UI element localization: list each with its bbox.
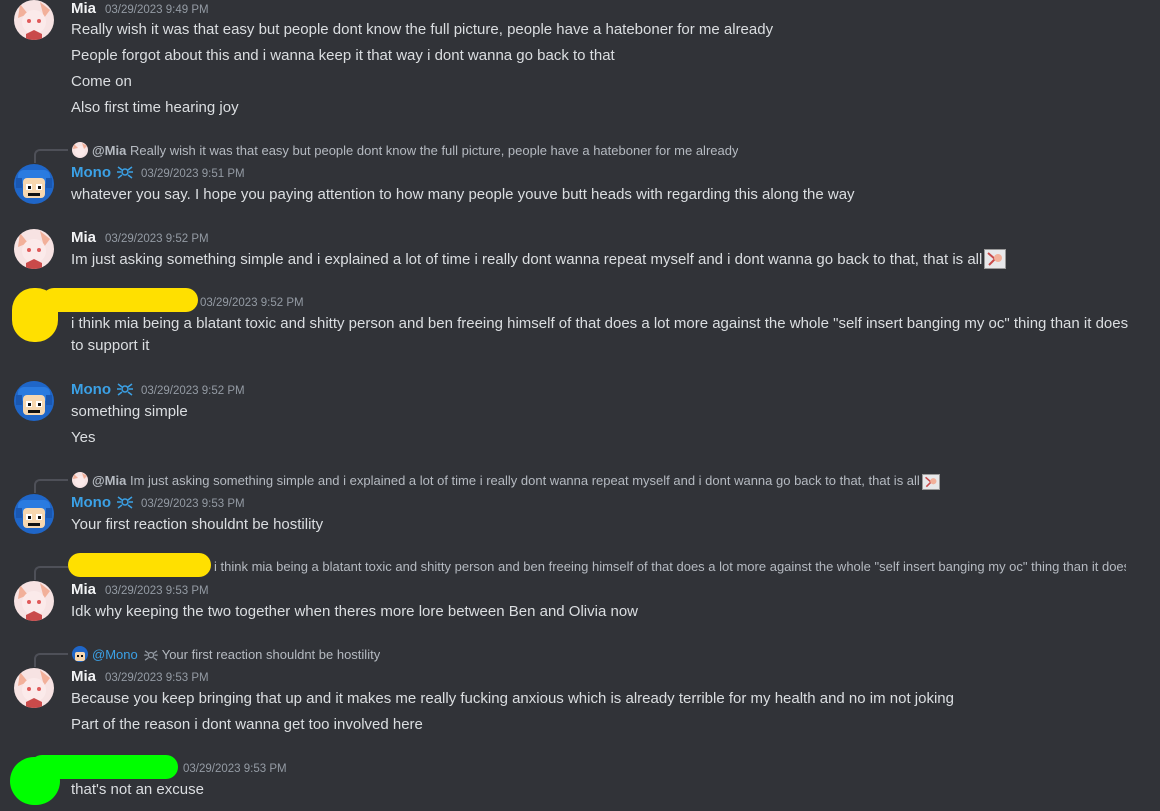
avatar[interactable] xyxy=(14,494,54,534)
timestamp: 03/29/2023 9:52 PM xyxy=(141,385,245,397)
reply-preview[interactable]: i think mia being a blatant toxic and sh… xyxy=(214,559,1126,575)
message-text: that's not an excuse xyxy=(71,781,204,798)
username[interactable]: Mia xyxy=(71,0,96,18)
message-text: Also first time hearing joy xyxy=(71,99,239,116)
avatar[interactable] xyxy=(14,381,54,421)
username[interactable]: Mono xyxy=(71,164,133,184)
reply-avatar xyxy=(72,472,88,488)
timestamp: 03/29/2023 9:51 PM xyxy=(141,168,245,180)
reply-avatar xyxy=(72,646,88,662)
timestamp: 03/29/2023 9:53 PM xyxy=(183,763,287,775)
avatar[interactable] xyxy=(14,229,54,269)
message-text: Really wish it was that easy but people … xyxy=(71,21,774,38)
reply-connector xyxy=(34,479,68,493)
role-icon[interactable] xyxy=(116,496,133,514)
username[interactable]: Mia xyxy=(71,668,96,686)
chat-messages: Mia 03/29/2023 9:49 PM Really wish it wa… xyxy=(0,0,1160,811)
message-text: Because you keep bringing that up and it… xyxy=(71,690,954,707)
timestamp: 03/29/2023 9:52 PM xyxy=(200,297,304,309)
role-icon[interactable] xyxy=(116,383,133,401)
sticker-image[interactable] xyxy=(984,249,1007,269)
reply-avatar xyxy=(72,142,88,158)
timestamp: 03/29/2023 9:49 PM xyxy=(105,4,209,16)
username[interactable]: Mia xyxy=(71,581,96,599)
avatar[interactable] xyxy=(14,581,54,621)
role-icon xyxy=(143,649,158,665)
username[interactable]: Mia xyxy=(71,229,96,247)
message-text: Idk why keeping the two together when th… xyxy=(71,603,638,620)
message-text: whatever you say. I hope you paying atte… xyxy=(71,186,855,203)
reply-author[interactable]: @Mia xyxy=(92,143,126,158)
avatar[interactable] xyxy=(14,0,54,40)
reply-author[interactable]: @Mia xyxy=(92,473,126,488)
message-text: Part of the reason i dont wanna get too … xyxy=(71,716,423,733)
reply-preview[interactable]: @Mono Your first reaction shouldnt be hos… xyxy=(72,646,380,665)
message-text: i think mia being a blatant toxic and sh… xyxy=(71,315,1129,354)
reply-connector xyxy=(34,149,68,163)
timestamp: 03/29/2023 9:53 PM xyxy=(141,498,245,510)
username[interactable]: Mono xyxy=(71,381,133,401)
message-text: Your first reaction shouldnt be hostilit… xyxy=(71,516,324,533)
message-text: Yes xyxy=(71,429,96,446)
timestamp: 03/29/2023 9:53 PM xyxy=(105,585,209,597)
reply-text: Your first reaction shouldnt be hostilit… xyxy=(161,647,381,662)
reply-connector xyxy=(34,566,68,580)
reply-connector xyxy=(34,653,68,667)
redaction-mark xyxy=(68,553,211,577)
message-text: People forgot about this and i wanna kee… xyxy=(71,47,615,64)
username[interactable]: Mono xyxy=(71,494,133,514)
timestamp: 03/29/2023 9:53 PM xyxy=(105,672,209,684)
reply-text: Really wish it was that easy but people … xyxy=(129,143,739,158)
message-text: Im just asking something simple and i ex… xyxy=(71,249,1007,271)
role-icon[interactable] xyxy=(116,166,133,184)
timestamp: 03/29/2023 9:52 PM xyxy=(105,233,209,245)
reply-text: i think mia being a blatant toxic and sh… xyxy=(214,559,1126,574)
avatar[interactable] xyxy=(14,668,54,708)
message-text: something simple xyxy=(71,403,188,420)
reply-text: Im just asking something simple and i ex… xyxy=(129,473,920,488)
redaction-mark xyxy=(30,755,178,779)
sticker-image[interactable] xyxy=(921,474,940,490)
reply-preview[interactable]: @Mia Im just asking something simple and… xyxy=(72,472,940,490)
reply-author[interactable]: @Mono xyxy=(92,647,138,662)
avatar[interactable] xyxy=(14,164,54,204)
redaction-mark xyxy=(42,288,198,312)
message-text: Come on xyxy=(71,73,132,90)
reply-preview[interactable]: @Mia Really wish it was that easy but pe… xyxy=(72,142,738,159)
